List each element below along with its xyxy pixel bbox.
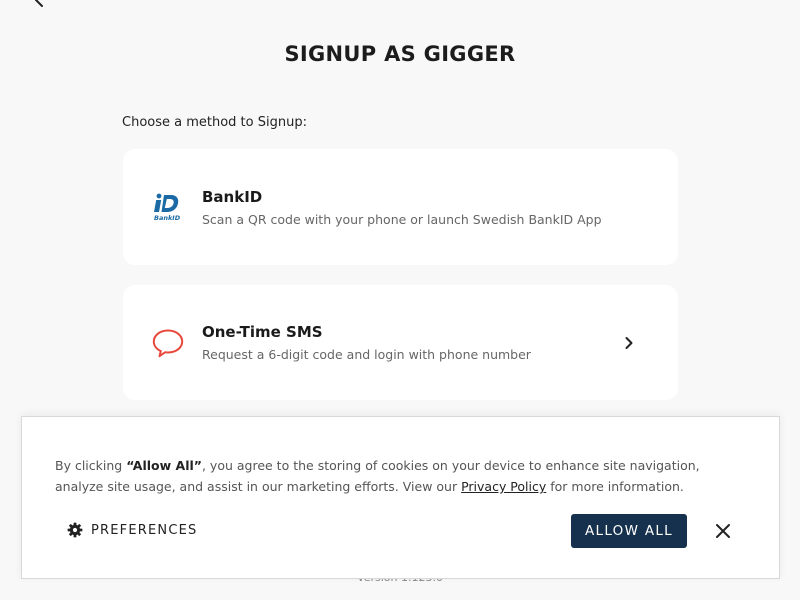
signup-method-prompt: Choose a method to Signup: xyxy=(122,115,307,130)
bankid-logo-icon: BankID xyxy=(151,190,185,224)
preferences-label: PREFERENCES xyxy=(91,522,198,538)
close-banner-button[interactable] xyxy=(712,520,734,542)
preferences-button[interactable]: PREFERENCES xyxy=(67,517,198,543)
back-arrow-icon xyxy=(35,0,43,7)
speech-bubble-icon xyxy=(151,326,185,360)
chevron-right-icon xyxy=(622,336,636,350)
allow-all-emphasis: “Allow All” xyxy=(126,458,202,473)
cookie-consent-banner: By clicking “Allow All”, you agree to th… xyxy=(21,416,780,579)
page-title: SIGNUP AS GIGGER xyxy=(284,42,516,66)
bankid-description: Scan a QR code with your phone or launch… xyxy=(202,211,602,227)
svg-text:BankID: BankID xyxy=(154,214,181,222)
sms-title: One-Time SMS xyxy=(202,323,323,341)
sms-description: Request a 6-digit code and login with ph… xyxy=(202,347,531,362)
gear-icon xyxy=(67,522,83,538)
cookie-consent-text: By clicking “Allow All”, you agree to th… xyxy=(55,458,700,494)
sms-method-card[interactable]: One-Time SMS Request a 6-digit code and … xyxy=(123,285,678,400)
allow-all-button[interactable]: ALLOW ALL xyxy=(571,514,687,548)
privacy-policy-link[interactable]: Privacy Policy xyxy=(461,479,546,494)
bankid-method-card[interactable]: BankID BankID Scan a QR code with your p… xyxy=(123,149,678,265)
back-button[interactable] xyxy=(28,0,52,8)
bankid-title: BankID xyxy=(202,187,263,206)
close-icon xyxy=(716,524,730,538)
